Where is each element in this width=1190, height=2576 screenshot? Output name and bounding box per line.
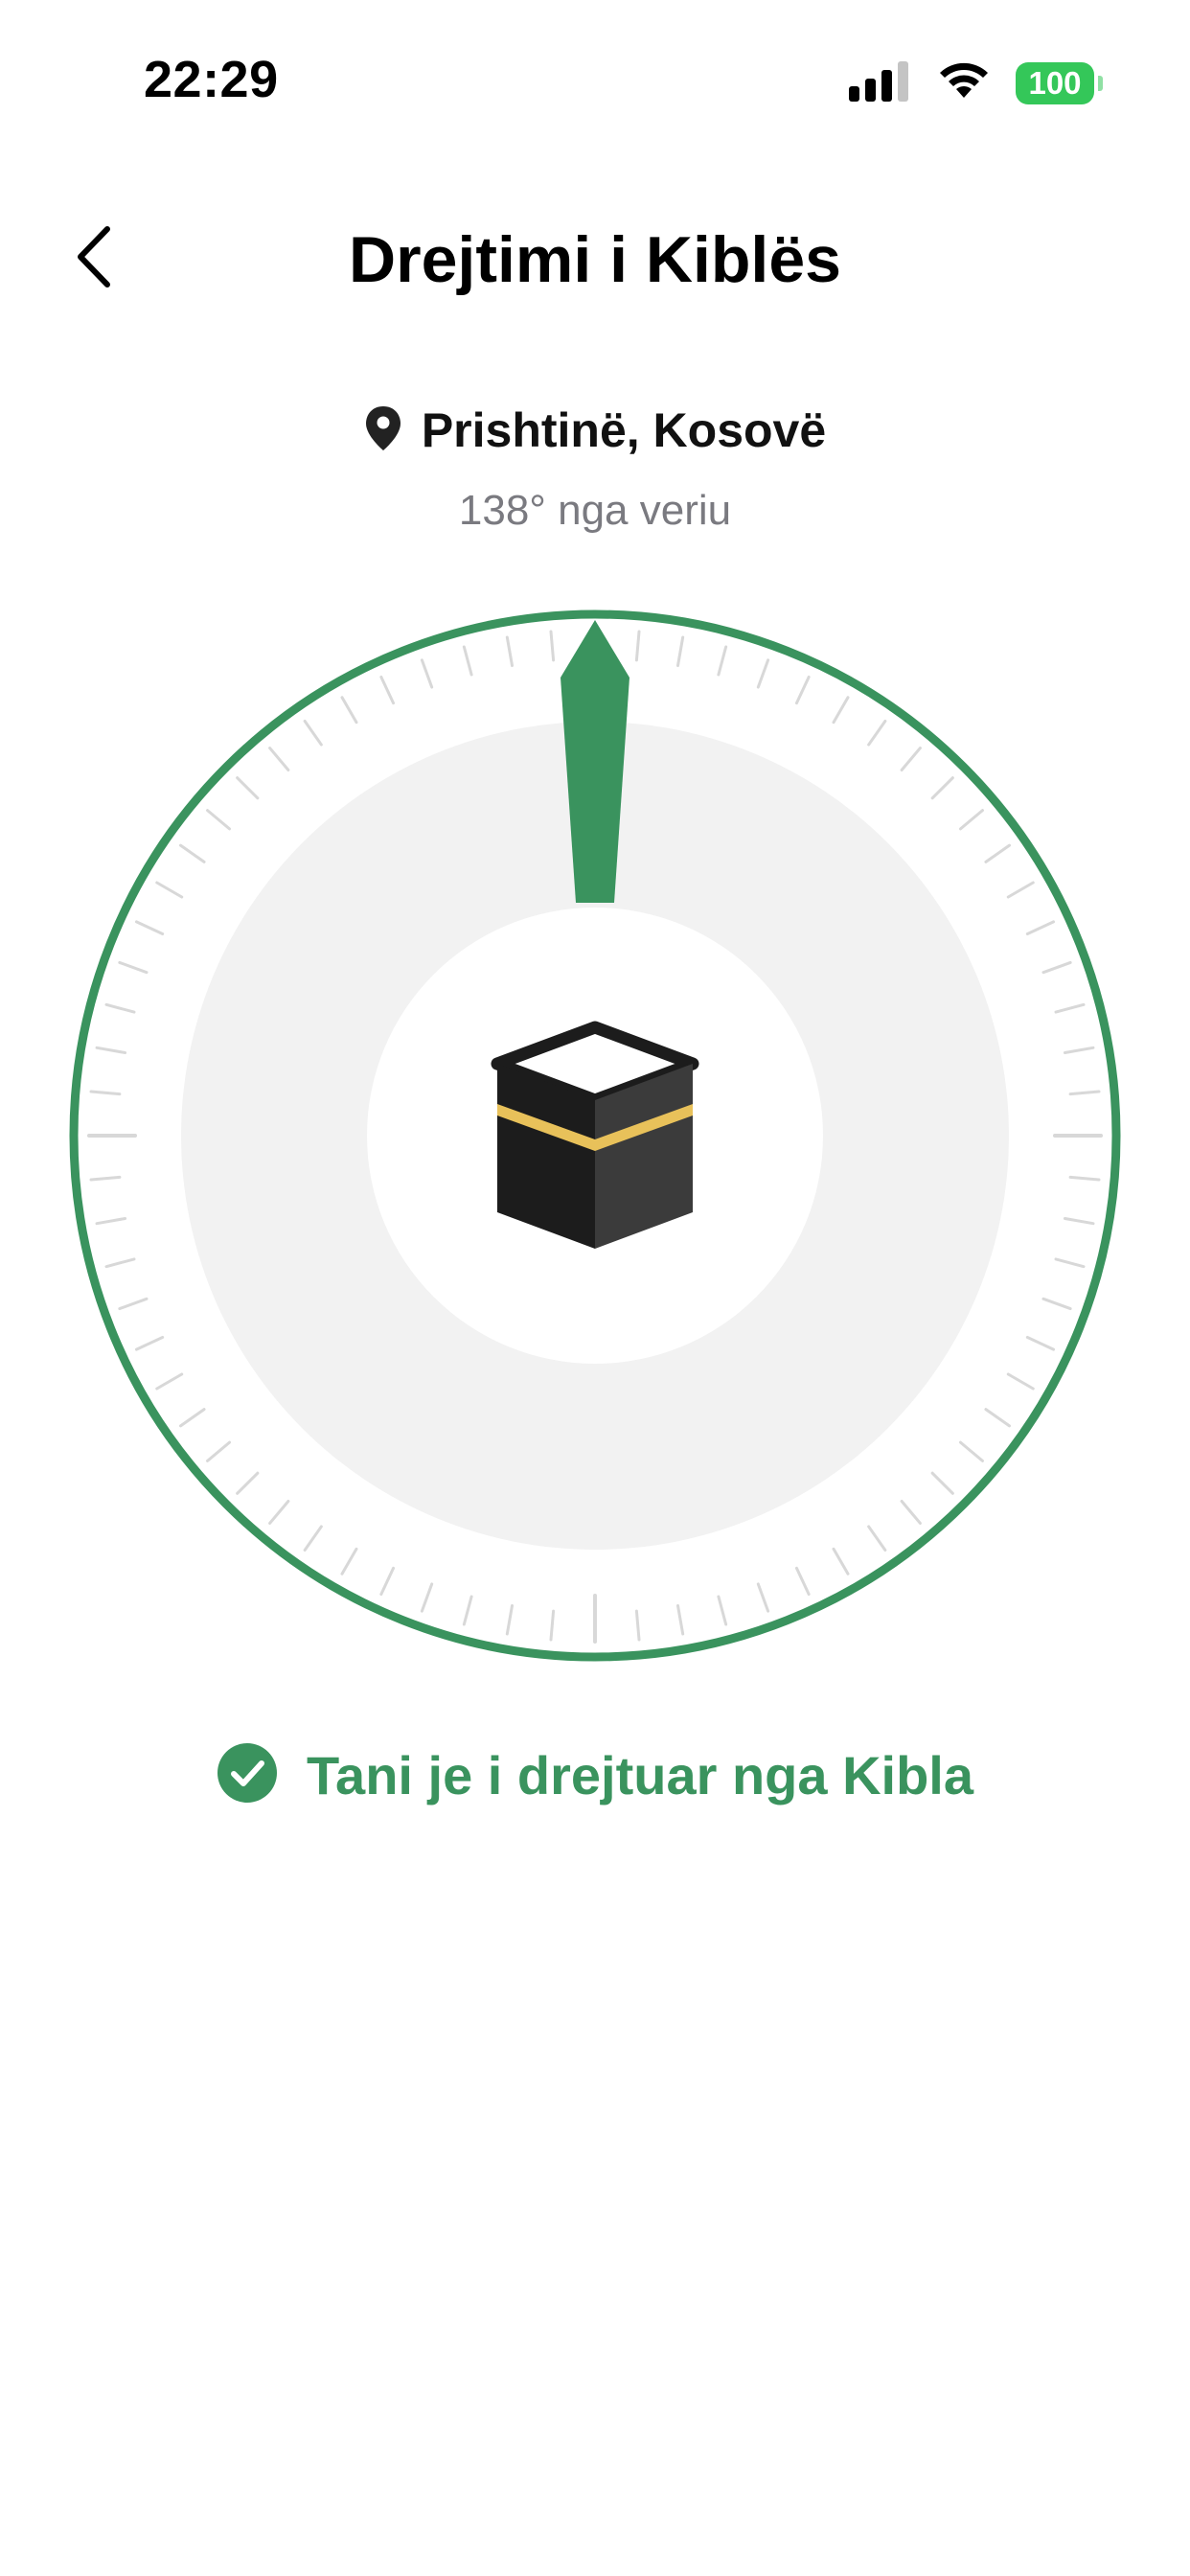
location-pin-icon <box>364 404 402 457</box>
navigation-header: Drejtimi i Kiblës <box>0 192 1190 326</box>
checkmark-circle-icon <box>217 1742 278 1808</box>
qibla-bearing: 138° nga veriu <box>458 487 732 534</box>
battery-level: 100 <box>1028 64 1082 101</box>
alignment-status: Tani je i drejtuar nga Kibla <box>0 1742 1190 1808</box>
alignment-message: Tani je i drejtuar nga Kibla <box>307 1745 973 1806</box>
page-title: Drejtimi i Kiblës <box>349 223 841 296</box>
wifi-icon <box>937 59 991 106</box>
status-time: 22:29 <box>144 51 279 108</box>
location-name: Prishtinë, Kosovë <box>421 403 827 457</box>
battery-indicator: 100 <box>1016 61 1103 104</box>
kaaba-icon <box>491 1021 699 1249</box>
qibla-compass <box>69 610 1121 1662</box>
location-row: Prishtinë, Kosovë <box>0 402 1190 458</box>
status-icons: 100 <box>849 59 1103 106</box>
status-bar: 22:29 100 <box>0 0 1190 172</box>
cellular-signal-icon <box>849 59 912 106</box>
